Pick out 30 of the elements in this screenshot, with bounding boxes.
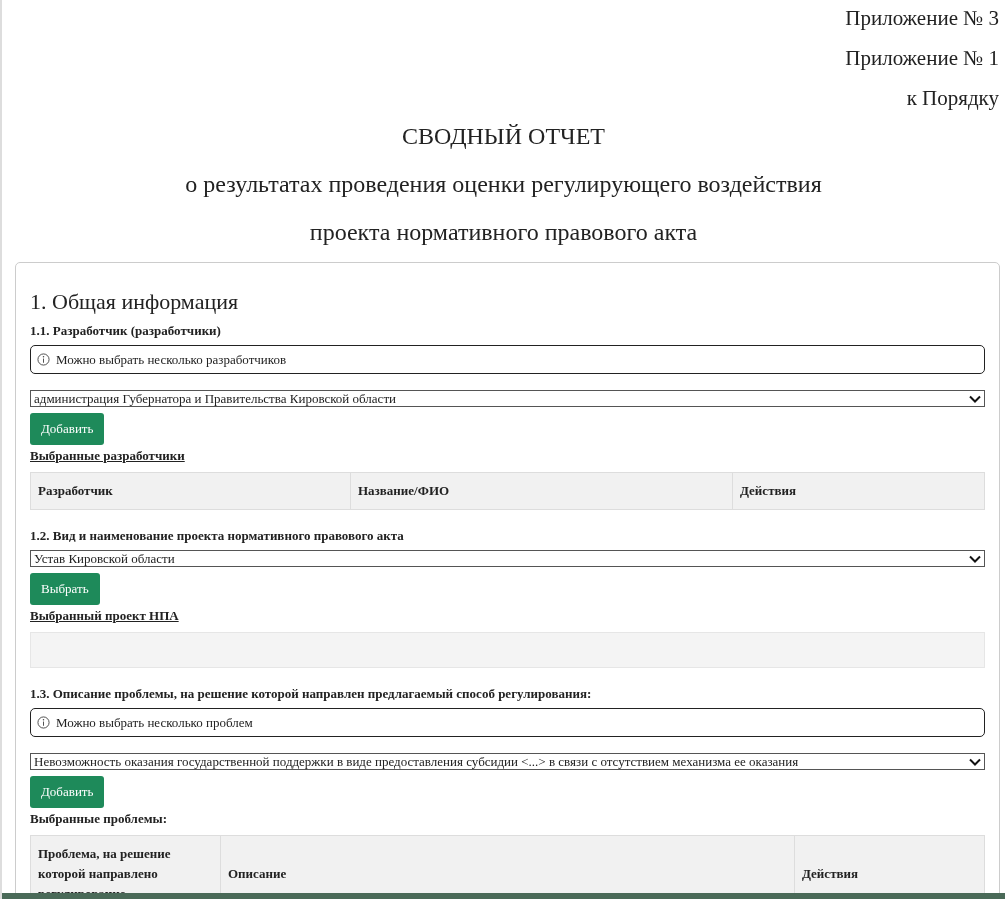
info-text: Можно выбрать несколько проблем bbox=[56, 714, 253, 731]
list-heading: Выбранные проблемы: bbox=[30, 811, 167, 827]
field-label: 1.2. Вид и наименование проекта нормативного правового акта bbox=[30, 528, 405, 544]
report-subtitle: о результатах проведения оценки регулирующего воздействия bbox=[184, 170, 823, 198]
field-label: 1.3. Описание проблемы, на решение которой направлен предлагаемый способ регулирования: bbox=[30, 686, 593, 702]
dropdown[interactable]: Устав Кировской области bbox=[30, 550, 985, 567]
add-button[interactable]: Добавить bbox=[30, 776, 105, 808]
field-label: 1.1. Разработчик (разработчики) bbox=[30, 323, 222, 339]
list-heading: Выбранные разработчики bbox=[30, 448, 185, 464]
appendix-line: Приложение № 1 bbox=[845, 46, 999, 70]
chevron-icon bbox=[969, 757, 981, 766]
chevron-icon bbox=[969, 394, 981, 403]
info-icon bbox=[37, 716, 50, 729]
add-button[interactable]: Добавить bbox=[30, 413, 105, 445]
list-heading: Выбранный проект НПА bbox=[30, 608, 179, 624]
column-header: Действия bbox=[739, 482, 798, 500]
appendix-line: к Порядку bbox=[906, 86, 999, 110]
column-header: Действия bbox=[801, 865, 860, 883]
dropdown[interactable]: администрация Губернатора и Правительства Кировской области bbox=[30, 390, 985, 407]
dropdown[interactable]: Невозможность оказания государственной поддержки в виде предоставления субсидии <...> в связи с отсутствием механизма ее оказания bbox=[30, 753, 985, 770]
column-header: Разработчик bbox=[31, 473, 351, 509]
column-header: Название/ФИО bbox=[351, 473, 733, 509]
select-button[interactable]: Выбрать bbox=[30, 573, 100, 605]
report-subtitle: проекта нормативного правового акта bbox=[308, 218, 699, 246]
info-text: Можно выбрать несколько разработчиков bbox=[56, 351, 287, 368]
section-heading: 1. Общая информация bbox=[30, 289, 240, 315]
info-icon bbox=[37, 353, 50, 366]
chevron-icon bbox=[969, 554, 981, 563]
report-title: СВОДНЫЙ ОТЧЕТ bbox=[401, 122, 606, 150]
appendix-line: Приложение № 3 bbox=[845, 6, 999, 30]
